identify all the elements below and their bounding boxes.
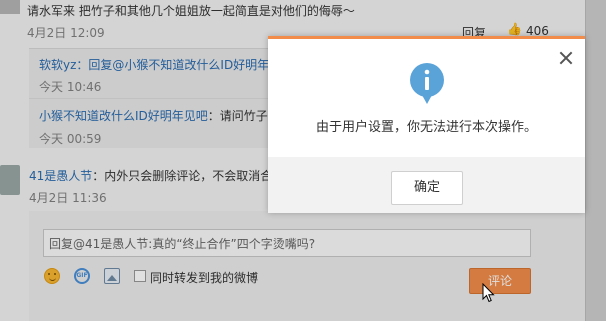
permission-dialog: 由于用户设置，你无法进行本次操作。 确定 <box>268 36 585 213</box>
confirm-button[interactable]: 确定 <box>391 171 463 205</box>
info-icon <box>410 63 444 104</box>
mouse-cursor-icon <box>482 283 495 303</box>
dialog-message: 由于用户设置，你无法进行本次操作。 <box>315 120 537 135</box>
close-icon[interactable] <box>559 51 573 65</box>
